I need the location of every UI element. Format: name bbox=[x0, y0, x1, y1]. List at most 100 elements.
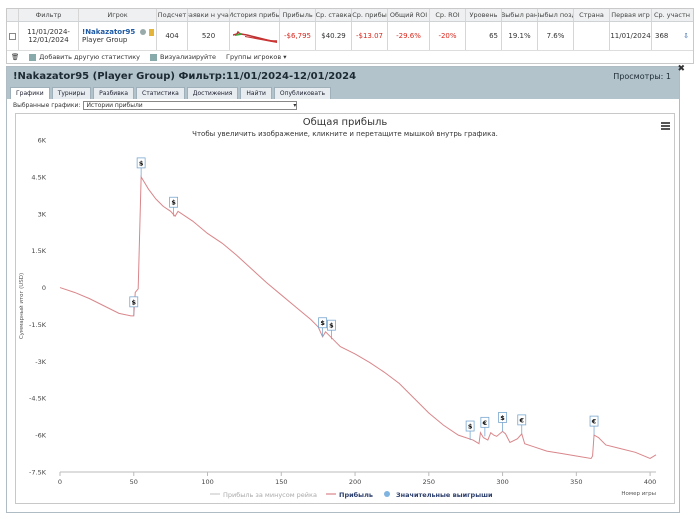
y-tick-label: -7.5K bbox=[29, 469, 47, 477]
header-total-roi[interactable]: Общий ROI bbox=[388, 9, 430, 21]
profit-sparkline bbox=[232, 30, 277, 43]
player-name-link[interactable]: !Nakazator95 bbox=[82, 28, 135, 36]
tab-tournaments[interactable]: Турниры bbox=[51, 87, 92, 99]
x-tick-label: 400 bbox=[644, 478, 656, 486]
cell-late-out: 7.6% bbox=[538, 22, 574, 50]
y-tick-label: -4.5K bbox=[29, 395, 47, 403]
legend-label: Прибыль bbox=[339, 491, 373, 499]
player-cell: !Nakazator95 Player Group bbox=[79, 22, 157, 50]
panel-header: !Nakazator95 (Player Group) Фильтр:11/01… bbox=[7, 67, 679, 85]
series-line-profit bbox=[59, 175, 657, 460]
y-tick-label: 4.5K bbox=[31, 173, 46, 181]
x-tick-label: 250 bbox=[423, 478, 435, 486]
profit-chart[interactable]: Общая прибыль Чтобы увеличить изображени… bbox=[15, 113, 675, 504]
cell-profit: -$6,795 bbox=[280, 22, 316, 50]
header-checkbox-cell bbox=[7, 9, 19, 21]
chevron-down-icon: ▾ bbox=[283, 53, 287, 61]
x-tick-label: 150 bbox=[275, 478, 287, 486]
groups-dropdown[interactable]: Группы игроков ▾ bbox=[226, 53, 286, 61]
stats-header: Фильтр Игрок Подсчет Заявки н учас Истор… bbox=[7, 9, 693, 22]
table-row: 11/01/2024- 12/01/2024 !Nakazator95 Play… bbox=[7, 22, 693, 51]
chart-menu-icon[interactable] bbox=[661, 122, 670, 131]
header-first-game[interactable]: Первая игр bbox=[610, 9, 652, 21]
big-win-marker-label: € bbox=[591, 418, 597, 426]
tab-find[interactable]: Найти bbox=[240, 87, 272, 99]
big-win-marker-label: $ bbox=[171, 199, 176, 207]
header-avg-stake[interactable]: Ср. ставка bbox=[316, 9, 352, 21]
header-history[interactable]: История прибы bbox=[230, 9, 280, 21]
panel-tabs: Графики Турниры Разбивка Статистика Дост… bbox=[7, 85, 679, 99]
header-country[interactable]: Страна bbox=[574, 9, 610, 21]
header-profit[interactable]: Прибыль bbox=[280, 9, 316, 21]
big-win-marker-label: $ bbox=[500, 414, 505, 422]
groups-label: Группы игроков bbox=[226, 53, 282, 61]
header-level[interactable]: Уровень bbox=[466, 9, 502, 21]
legend-label: Значительные выигрыши bbox=[396, 491, 493, 499]
tab-publish[interactable]: Опубликовать bbox=[273, 87, 332, 99]
grid-icon bbox=[29, 53, 37, 61]
big-win-marker-label: $ bbox=[139, 159, 144, 167]
add-stat-button[interactable]: Добавить другую статистику bbox=[29, 53, 140, 61]
x-tick-label: 50 bbox=[130, 478, 138, 486]
x-axis-title: Номер игры bbox=[621, 491, 656, 497]
delete-icon[interactable]: 🗑 bbox=[11, 53, 19, 61]
close-icon[interactable]: ✖ bbox=[677, 64, 685, 74]
y-tick-label: 0 bbox=[42, 284, 46, 292]
chart-title: Общая прибыль bbox=[302, 117, 388, 128]
big-win-marker-label: $ bbox=[131, 298, 136, 306]
cell-avg-roi: -20% bbox=[430, 22, 466, 50]
y-tick-label: -6K bbox=[35, 432, 46, 440]
legend-label: Прибыль за минусом рейка bbox=[223, 491, 317, 499]
cell-country bbox=[574, 22, 610, 50]
big-win-marker-label: $ bbox=[320, 319, 325, 327]
header-entries[interactable]: Заявки н учас bbox=[188, 9, 230, 21]
header-filter[interactable]: Фильтр bbox=[19, 9, 79, 21]
chart-canvas: 6K4.5K3K1.5K0-1.5K-3K-4.5K-6K-7.5K0 50 100… bbox=[18, 137, 657, 500]
y-axis-title: Суммарный итог (USD) bbox=[18, 273, 25, 339]
chart-icon bbox=[150, 53, 158, 61]
header-avg-field[interactable]: Ср. участн bbox=[652, 9, 692, 21]
chart-select[interactable]: Истории прибыли ▾ bbox=[83, 100, 298, 110]
stats-table: Фильтр Игрок Подсчет Заявки н учас Истор… bbox=[6, 8, 694, 64]
tab-statistics[interactable]: Статистика bbox=[136, 87, 185, 99]
tab-breakdown[interactable]: Разбивка bbox=[93, 87, 135, 99]
report-panel: ✖ !Nakazator95 (Player Group) Фильтр:11/… bbox=[6, 64, 685, 513]
cell-total-roi: -29.6% bbox=[388, 22, 430, 50]
cell-avg-field: 368 ⇩ bbox=[652, 22, 692, 50]
big-win-marker-label: $ bbox=[468, 423, 473, 431]
x-tick-label: 350 bbox=[570, 478, 582, 486]
big-win-marker-label: € bbox=[518, 416, 524, 424]
row-checkbox[interactable] bbox=[9, 32, 16, 40]
header-early-out[interactable]: Выбыл ран bbox=[502, 9, 538, 21]
x-tick-label: 300 bbox=[496, 478, 508, 486]
cell-count: 404 bbox=[157, 22, 188, 50]
y-tick-label: 3K bbox=[38, 210, 47, 218]
cell-avg-stake: $40.29 bbox=[316, 22, 352, 50]
add-stat-label: Добавить другую статистику bbox=[39, 53, 141, 61]
chart-select-row: Выбранные графики: Истории прибыли ▾ bbox=[7, 99, 679, 111]
big-win-marker-label: € bbox=[482, 419, 488, 427]
player-note-icon[interactable] bbox=[149, 28, 154, 36]
visualize-button[interactable]: Визуализируйте bbox=[150, 53, 216, 61]
header-avg-profit[interactable]: Ср. прибы bbox=[352, 9, 388, 21]
chart-subtitle: Чтобы увеличить изображение, кликните и … bbox=[192, 130, 498, 138]
y-tick-label: 1.5K bbox=[31, 247, 46, 255]
x-tick-label: 0 bbox=[58, 478, 62, 486]
cell-early-out: 19.1% bbox=[502, 22, 538, 50]
header-avg-roi[interactable]: Ср. ROI bbox=[430, 9, 466, 21]
header-player[interactable]: Игрок bbox=[79, 9, 157, 21]
chevron-down-icon: ▾ bbox=[293, 101, 297, 109]
header-count[interactable]: Подсчет bbox=[157, 9, 188, 21]
views-counter: Просмотры: 1 bbox=[613, 71, 671, 81]
y-tick-label: -1.5K bbox=[29, 321, 47, 329]
download-icon[interactable]: ⇩ bbox=[683, 32, 689, 40]
tab-charts[interactable]: Графики bbox=[10, 87, 50, 99]
player-group: Player Group bbox=[82, 36, 128, 44]
cell-avg-field-value: 368 bbox=[655, 32, 669, 40]
header-late-out[interactable]: Выбыл позд bbox=[538, 9, 574, 21]
cell-history-sparkline bbox=[230, 22, 280, 50]
panel-title: !Nakazator95 (Player Group) Фильтр:11/01… bbox=[13, 70, 357, 82]
tab-achievements[interactable]: Достижения bbox=[186, 87, 239, 99]
big-win-marker-label: $ bbox=[329, 322, 334, 330]
player-settings-icon[interactable] bbox=[140, 29, 146, 35]
